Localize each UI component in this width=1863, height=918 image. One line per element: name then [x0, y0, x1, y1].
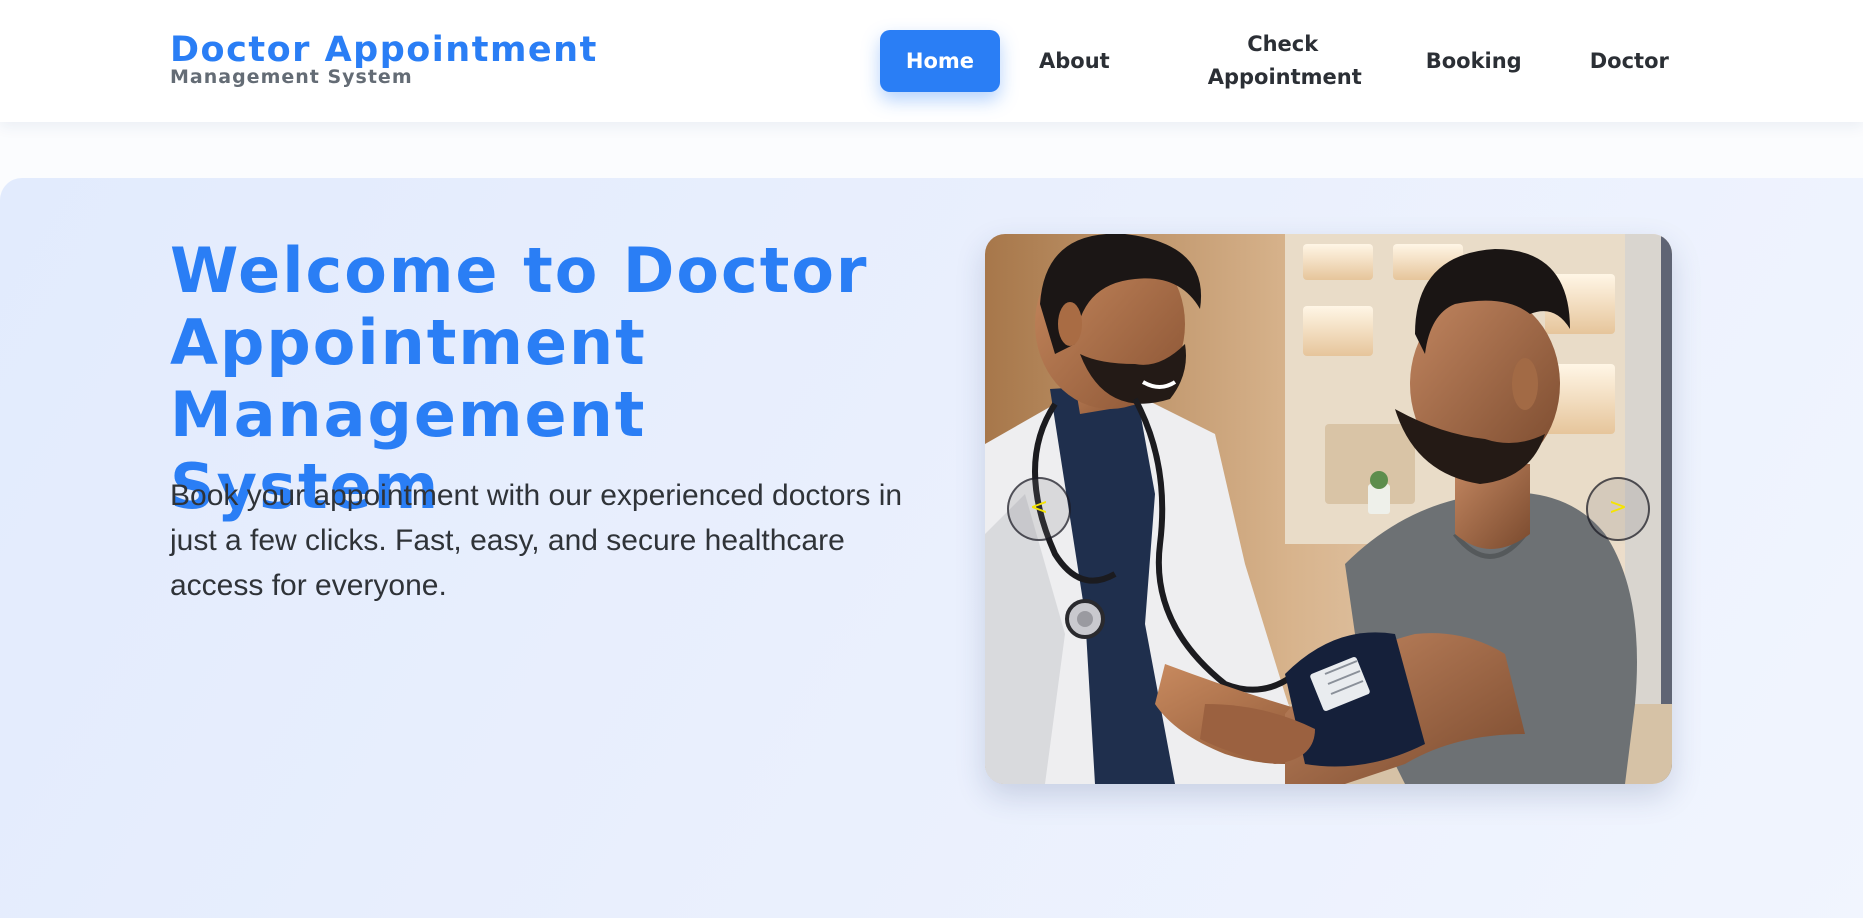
brand-title: Doctor Appointment — [170, 30, 598, 70]
main-nav: Home About Check Appointment Booking Doc… — [880, 30, 1669, 92]
carousel-prev-button[interactable]: < — [1007, 477, 1071, 541]
nav-doctor[interactable]: Doctor — [1590, 45, 1669, 78]
nav-booking[interactable]: Booking — [1426, 45, 1522, 78]
hero-description: Book your appointment with our experienc… — [170, 479, 903, 602]
nav-check-line2: Appointment — [1207, 65, 1362, 89]
carousel-next-button[interactable]: > — [1586, 477, 1650, 541]
nav-home[interactable]: Home — [880, 30, 1000, 92]
brand-logo[interactable]: Doctor Appointment Management System — [170, 30, 598, 88]
nav-about[interactable]: About — [1039, 45, 1110, 78]
doctor-patient-image — [985, 234, 1672, 784]
site-header: Doctor Appointment Management System Hom… — [0, 0, 1863, 122]
brand-subtitle: Management System — [170, 66, 413, 88]
nav-check-line1: Check — [1247, 32, 1319, 56]
nav-check-appointment[interactable]: Check Appointment — [1208, 28, 1362, 94]
hero-carousel[interactable]: < > — [985, 234, 1672, 784]
